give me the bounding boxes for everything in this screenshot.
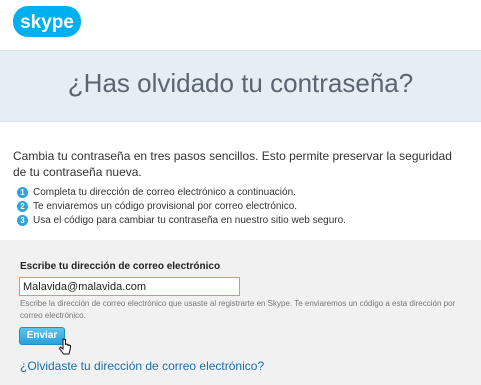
- page-title: ¿Has olvidado tu contraseña?: [67, 68, 414, 98]
- forgot-email-link[interactable]: ¿Olvidaste tu dirección de correo electr…: [20, 359, 264, 373]
- email-field[interactable]: [19, 277, 240, 296]
- step-text: Completa tu dirección de correo electrón…: [33, 187, 296, 198]
- mouse-pointer-icon: [58, 338, 71, 355]
- step-text: Te enviaremos un código provisional por …: [33, 201, 298, 212]
- title-banner: ¿Has olvidado tu contraseña?: [0, 50, 481, 122]
- logo-text: skype: [20, 12, 74, 33]
- step-item: 3 Usa el código para cambiar tu contrase…: [17, 214, 472, 227]
- step-text: Usa el código para cambiar tu contraseña…: [33, 215, 346, 226]
- step-number-icon: 2: [17, 201, 28, 212]
- skype-logo[interactable]: skype: [12, 4, 84, 40]
- step-number-icon: 3: [17, 215, 28, 226]
- header: skype: [0, 0, 481, 50]
- intro-text: Cambia tu contraseña en tres pasos senci…: [13, 149, 452, 179]
- step-number-icon: 1: [17, 187, 28, 198]
- step-item: 1 Completa tu dirección de correo electr…: [17, 186, 472, 199]
- help-text: Escribe la dirección de correo electróni…: [20, 299, 456, 320]
- steps-list: 1 Completa tu dirección de correo electr…: [17, 186, 472, 228]
- email-label: Escribe tu dirección de correo electróni…: [20, 261, 221, 272]
- email-form: Escribe tu dirección de correo electróni…: [0, 240, 481, 385]
- step-item: 2 Te enviaremos un código provisional po…: [17, 200, 472, 213]
